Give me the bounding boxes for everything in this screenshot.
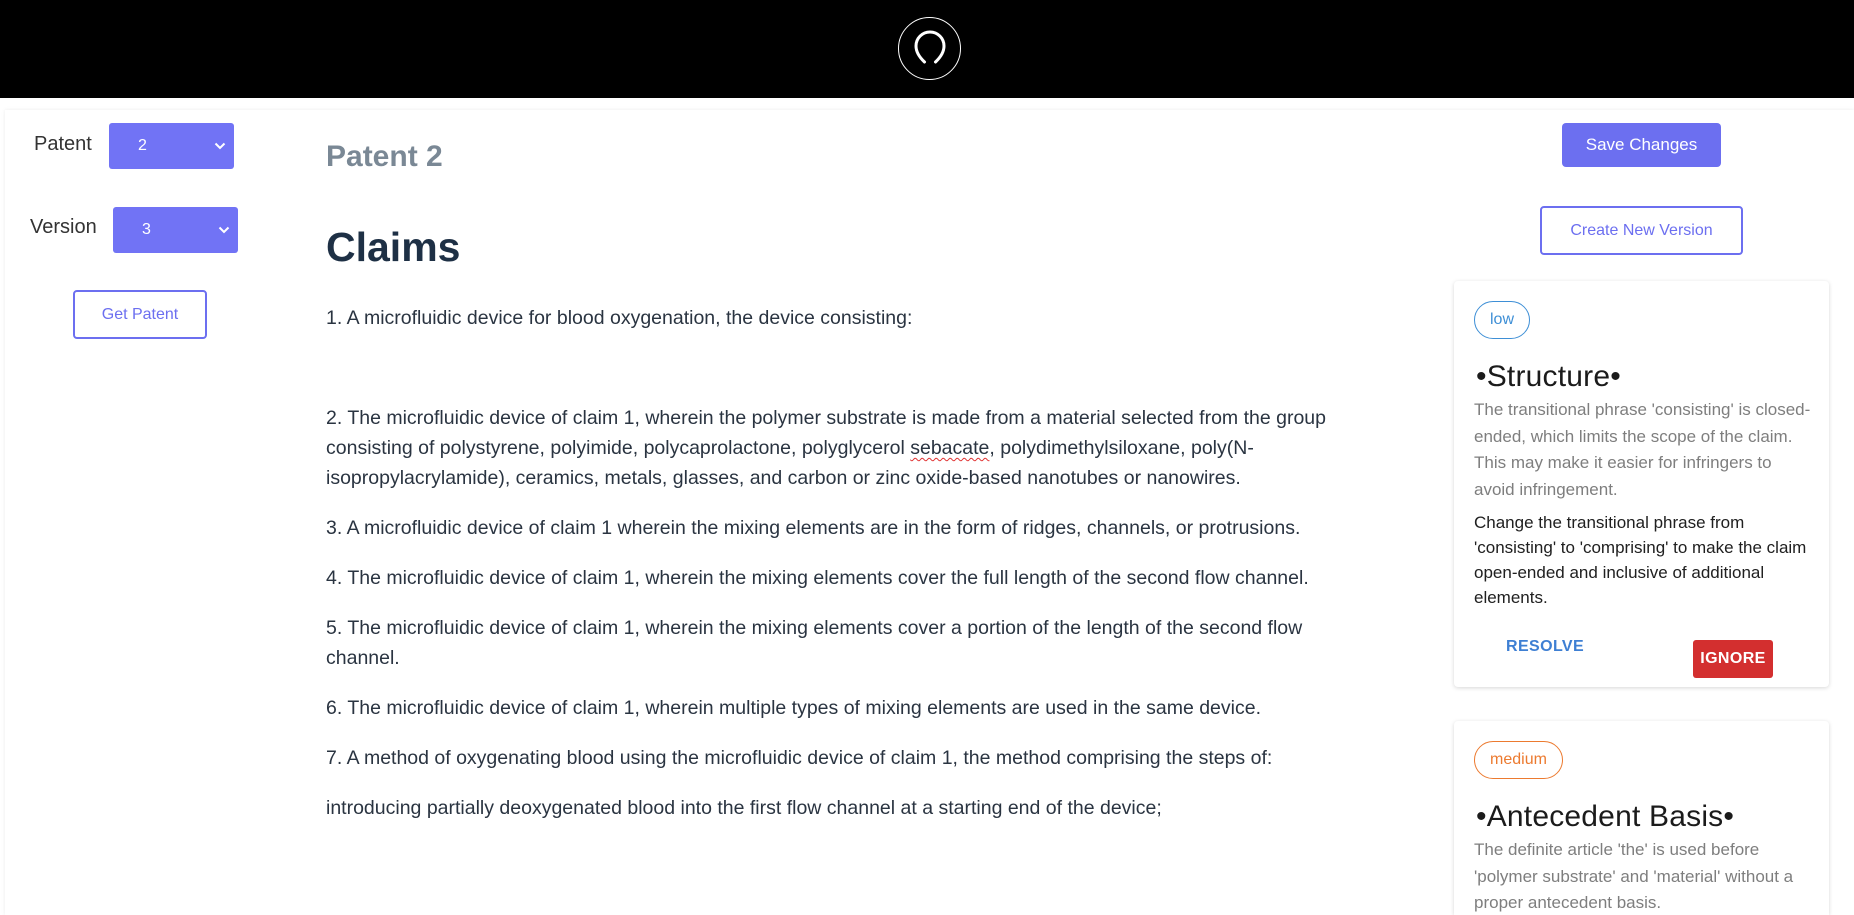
patent-select[interactable]: 2 [109,123,234,169]
card-description: The definite article 'the' is used befor… [1474,840,1794,912]
patent-label: Patent [34,133,92,155]
version-label: Version [30,216,97,238]
claims-heading: Claims [326,224,461,270]
claims-list: 1. A microfluidic device for blood oxyge… [326,303,1371,843]
severity-badge: medium [1474,741,1563,779]
chevron-down-icon [218,226,230,234]
card-suggestion: Change the transitional phrase from 'con… [1474,513,1807,607]
version-select-value: 3 [142,221,151,238]
claim-5: 5. The microfluidic device of claim 1, w… [326,617,1303,669]
card-title: •Antecedent Basis• [1476,800,1735,833]
claim-1: 1. A microfluidic device for blood oxyge… [326,307,913,329]
spellcheck-word[interactable]: sebacate [910,437,989,459]
claim-2: 2. The microfluidic device of claim 1, w… [326,403,1371,493]
patent-select-value: 2 [138,137,147,154]
suggestion-card: medium •Antecedent Basis• The definite a… [1454,721,1829,915]
severity-badge: low [1474,301,1530,339]
claim-7: 7. A method of oxygenating blood using t… [326,747,1273,769]
patent-title: Patent 2 [326,140,443,173]
ignore-button[interactable]: IGNORE [1693,640,1773,678]
version-select[interactable]: 3 [113,207,238,253]
app-logo-icon[interactable] [898,17,961,80]
card-title: •Structure• [1476,360,1621,393]
save-changes-button[interactable]: Save Changes [1562,123,1721,167]
claim-7-step-1: introducing partially deoxygenated blood… [326,797,1162,819]
chevron-down-icon [214,142,226,150]
card-description: The transitional phrase 'consisting' is … [1474,400,1811,499]
top-bar [0,0,1854,98]
claim-3: 3. A microfluidic device of claim 1 wher… [326,517,1301,539]
resolve-button[interactable]: RESOLVE [1506,638,1584,656]
get-patent-button[interactable]: Get Patent [73,290,207,339]
claim-6: 6. The microfluidic device of claim 1, w… [326,697,1261,719]
suggestion-card: low •Structure• The transitional phrase … [1454,281,1829,687]
create-new-version-button[interactable]: Create New Version [1540,206,1743,255]
claim-4: 4. The microfluidic device of claim 1, w… [326,567,1309,589]
